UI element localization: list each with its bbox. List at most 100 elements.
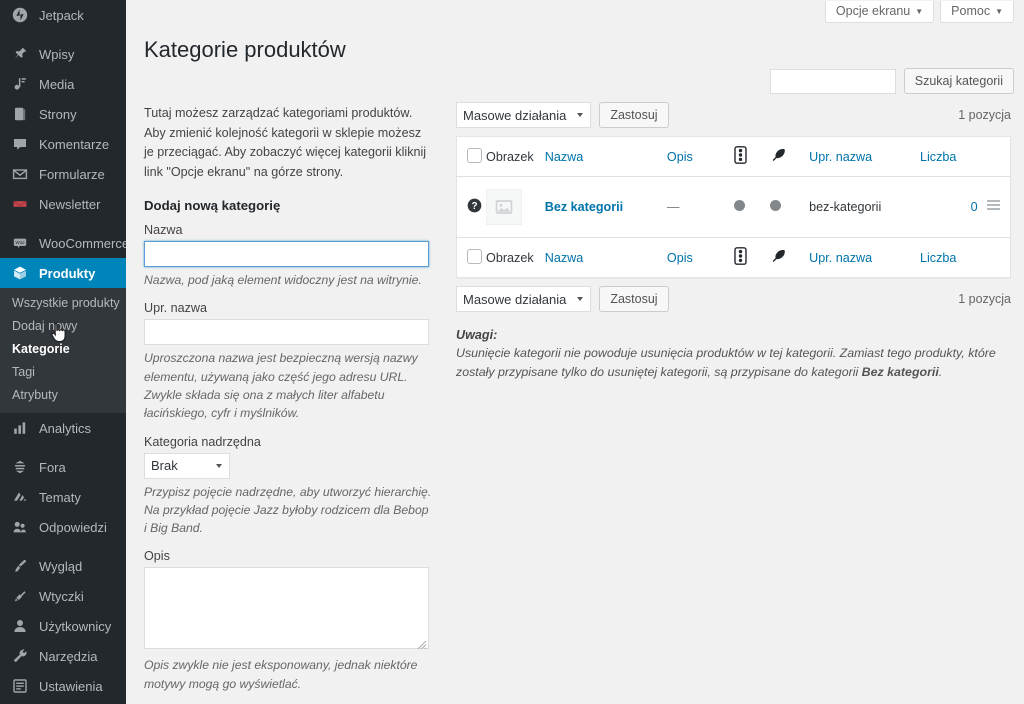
sidebar-item-label: Wtyczki <box>39 588 84 604</box>
drag-handle-icon[interactable] <box>987 199 1001 212</box>
sidebar-item-fora[interactable]: Fora <box>0 452 126 482</box>
column-label[interactable]: Upr. nazwa <box>809 150 872 164</box>
field-name: Nazwa Nazwa, pod jaką element widoczny j… <box>144 223 434 289</box>
parent-label: Kategoria nadrzędna <box>144 434 261 449</box>
table-foot: Obrazek Nazwa Opis Upr. nazwa Liczba <box>456 237 1011 278</box>
column-label[interactable]: Liczba <box>920 251 956 265</box>
chevron-down-icon: ▼ <box>995 7 1003 16</box>
traffic-light-icon <box>734 247 747 265</box>
sidebar-item-ustawienia[interactable]: Ustawienia <box>0 671 126 701</box>
search-button[interactable]: Szukaj kategorii <box>903 68 1014 94</box>
sidebar-item-strony[interactable]: Strony <box>0 99 126 129</box>
field-parent: Kategoria nadrzędna Brak Przypisz pojęci… <box>144 435 434 538</box>
name-label: Nazwa <box>144 223 183 238</box>
column-footer-slug[interactable]: Upr. nazwa <box>809 237 920 278</box>
categories-table: Obrazek Nazwa Opis Upr. nazwa Liczba ? B… <box>456 136 1011 278</box>
sidebar-item-newsletter[interactable]: Newsletter <box>0 189 126 219</box>
sidebar-item-label: Jetpack <box>39 7 84 23</box>
form-intro-text: Tutaj możesz zarządzać kategoriami produ… <box>144 106 427 179</box>
sidebar-subitem-dodaj-nowy[interactable]: Dodaj nowy <box>0 315 126 338</box>
select-all-checkbox-top[interactable] <box>467 147 482 163</box>
row-count-cell: 0 <box>920 176 978 238</box>
sidebar-item-label: Media <box>39 76 75 92</box>
sidebar-separator <box>0 219 126 228</box>
sidebar-item-uzytkownicy[interactable]: Użytkownicy <box>0 611 126 641</box>
bulk-actions-select-top[interactable]: Masowe działania <box>456 102 592 128</box>
screen-options-label: Opcje ekranu <box>835 4 911 18</box>
description-textarea[interactable] <box>144 567 429 650</box>
help-label: Pomoc <box>951 4 991 18</box>
slug-label: Upr. nazwa <box>144 301 207 316</box>
description-label: Opis <box>144 549 170 564</box>
column-header-count[interactable]: Liczba <box>920 136 978 177</box>
table-footer-row: Obrazek Nazwa Opis Upr. nazwa Liczba <box>456 237 1011 278</box>
row-help-cell: ? <box>456 176 487 238</box>
sidebar-item-analytics[interactable]: Analytics <box>0 413 126 443</box>
sidebar-item-label: WooCommerce <box>39 235 126 251</box>
sidebar-item-jetpack[interactable]: Jetpack <box>0 0 126 30</box>
plugin-icon <box>10 586 30 606</box>
gray-dot-icon[interactable] <box>769 200 781 211</box>
admin-sidebar: Jetpack Wpisy Media Strony Komentarze Fo… <box>0 0 126 704</box>
parent-select[interactable]: Brak <box>144 452 230 479</box>
sidebar-item-formularze[interactable]: Formularze <box>0 159 126 189</box>
row-image-cell <box>486 176 545 238</box>
question-mark-icon[interactable]: ? <box>467 198 482 213</box>
page-title: Kategorie produktów <box>144 37 346 62</box>
column-header-name[interactable]: Nazwa <box>544 136 667 177</box>
sidebar-item-komentarze[interactable]: Komentarze <box>0 129 126 159</box>
column-label: Obrazek <box>486 250 534 265</box>
apply-button-top[interactable]: Zastosuj <box>599 102 669 128</box>
row-icon2-cell <box>769 176 810 238</box>
sidebar-item-narzedzia[interactable]: Narzędzia <box>0 641 126 671</box>
column-label[interactable]: Opis <box>667 251 693 265</box>
sidebar-subitem-label: Tagi <box>12 365 35 379</box>
envelope-icon <box>10 164 30 184</box>
row-count-link[interactable]: 0 <box>971 200 978 214</box>
select-all-header <box>456 136 487 177</box>
column-label[interactable]: Nazwa <box>545 150 584 164</box>
sidebar-subitem-tagi[interactable]: Tagi <box>0 361 126 384</box>
sidebar-item-media[interactable]: Media <box>0 69 126 99</box>
column-footer-name[interactable]: Nazwa <box>544 237 667 278</box>
sidebar-item-wtyczki[interactable]: Wtyczki <box>0 581 126 611</box>
table-row: ? Bez kategorii — bez-kategorii 0 <box>456 176 1011 238</box>
column-footer-count[interactable]: Liczba <box>920 237 978 278</box>
select-all-checkbox-bottom[interactable] <box>467 248 482 264</box>
sidebar-item-label: Fora <box>39 459 66 475</box>
sidebar-item-woocommerce[interactable]: Woo WooCommerce <box>0 228 126 258</box>
column-label[interactable]: Opis <box>667 150 693 164</box>
column-label[interactable]: Upr. nazwa <box>809 251 872 265</box>
column-label[interactable]: Nazwa <box>545 251 584 265</box>
sidebar-item-wyglad[interactable]: Wygląd <box>0 551 126 581</box>
sidebar-subitem-wszystkie-produkty[interactable]: Wszystkie produkty <box>0 292 126 315</box>
sidebar-item-label: Odpowiedzi <box>39 519 107 535</box>
screen-options-button[interactable]: Opcje ekranu ▼ <box>824 1 935 23</box>
apply-button-bottom[interactable]: Zastosuj <box>599 286 669 312</box>
slug-input[interactable] <box>144 319 429 346</box>
search-input[interactable] <box>769 68 896 94</box>
column-header-image: Obrazek <box>486 136 545 177</box>
column-label[interactable]: Liczba <box>920 150 956 164</box>
name-input[interactable] <box>144 241 429 268</box>
chevron-down-icon <box>577 113 584 117</box>
column-header-description[interactable]: Opis <box>666 136 735 177</box>
bulk-actions-select-bottom[interactable]: Masowe działania <box>456 286 592 312</box>
sidebar-separator <box>0 542 126 551</box>
column-header-slug[interactable]: Upr. nazwa <box>809 136 920 177</box>
row-name-link[interactable]: Bez kategorii <box>545 200 623 214</box>
gray-dot-icon[interactable] <box>734 200 746 211</box>
help-button[interactable]: Pomoc ▼ <box>940 1 1014 23</box>
column-label: Obrazek <box>486 149 534 164</box>
displaying-num-bottom: 1 pozycja <box>958 292 1011 306</box>
sidebar-subitem-atrybuty[interactable]: Atrybuty <box>0 384 126 407</box>
column-footer-description[interactable]: Opis <box>666 237 735 278</box>
sidebar-item-wpisy[interactable]: Wpisy <box>0 39 126 69</box>
sidebar-subitem-kategorie[interactable]: Kategorie <box>0 338 126 361</box>
notes-body: Usunięcie kategorii nie powoduje usunięc… <box>456 344 1011 382</box>
chevron-down-icon: ▼ <box>915 7 924 16</box>
parent-select-value: Brak <box>151 458 178 474</box>
sidebar-item-odpowiedzi[interactable]: Odpowiedzi <box>0 512 126 542</box>
sidebar-item-produkty[interactable]: Produkty <box>0 258 126 288</box>
sidebar-item-tematy[interactable]: Tematy <box>0 482 126 512</box>
